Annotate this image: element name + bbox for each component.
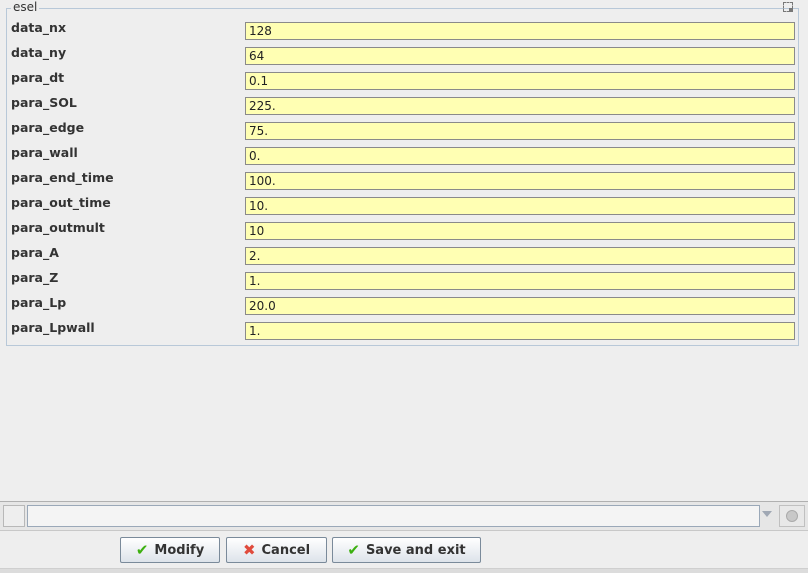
- modify-label: Modify: [154, 542, 205, 558]
- para-outmult-input[interactable]: [245, 222, 795, 240]
- para-a-input[interactable]: [245, 247, 795, 265]
- para-sol-input[interactable]: [245, 97, 795, 115]
- para-out-time-input[interactable]: [245, 197, 795, 215]
- para-end-time-input[interactable]: [245, 172, 795, 190]
- para-wall-input[interactable]: [245, 147, 795, 165]
- para-lp-input[interactable]: [245, 297, 795, 315]
- status-left-box: [3, 505, 25, 527]
- field-row-para-outmult: para_outmult: [0, 220, 808, 240]
- para-edge-input[interactable]: [245, 122, 795, 140]
- field-row-para-sol: para_SOL: [0, 95, 808, 115]
- field-label: para_SOL: [11, 95, 77, 110]
- group-title: esel: [11, 0, 40, 14]
- field-row-data-ny: data_ny: [0, 45, 808, 65]
- field-label: para_dt: [11, 70, 65, 85]
- status-bar: [0, 501, 808, 531]
- field-row-para-out-time: para_out_time: [0, 195, 808, 215]
- data-nx-input[interactable]: [245, 22, 795, 40]
- cancel-label: Cancel: [261, 542, 311, 558]
- field-row-para-lp: para_Lp: [0, 295, 808, 315]
- save-and-exit-label: Save and exit: [365, 542, 466, 558]
- field-label: para_Lpwall: [11, 320, 95, 335]
- para-dt-input[interactable]: [245, 72, 795, 90]
- modify-button[interactable]: ✔ Modify: [120, 537, 220, 563]
- data-ny-input[interactable]: [245, 47, 795, 65]
- field-label: para_out_time: [11, 195, 111, 210]
- detach-icon[interactable]: [783, 2, 793, 12]
- field-label: para_edge: [11, 120, 85, 135]
- field-label: para_Z: [11, 270, 59, 285]
- field-label: para_outmult: [11, 220, 105, 235]
- field-row-data-nx: data_nx: [0, 20, 808, 40]
- field-row-para-edge: para_edge: [0, 120, 808, 140]
- field-row-para-lpwall: para_Lpwall: [0, 320, 808, 340]
- bottom-edge: [0, 568, 808, 573]
- cross-icon: ✖: [242, 540, 256, 559]
- cancel-button[interactable]: ✖ Cancel: [226, 537, 327, 563]
- field-row-para-a: para_A: [0, 245, 808, 265]
- status-combo[interactable]: [27, 505, 760, 527]
- field-row-para-dt: para_dt: [0, 70, 808, 90]
- field-label: para_end_time: [11, 170, 114, 185]
- stop-button[interactable]: [779, 505, 805, 527]
- stop-icon: [786, 510, 798, 522]
- chevron-down-icon[interactable]: [762, 511, 772, 517]
- para-z-input[interactable]: [245, 272, 795, 290]
- field-row-para-wall: para_wall: [0, 145, 808, 165]
- para-lpwall-input[interactable]: [245, 322, 795, 340]
- field-row-para-end-time: para_end_time: [0, 170, 808, 190]
- field-row-para-z: para_Z: [0, 270, 808, 290]
- check-icon: ✔: [347, 540, 360, 559]
- field-label: para_A: [11, 245, 59, 260]
- field-label: para_wall: [11, 145, 78, 160]
- check-icon: ✔: [135, 540, 149, 559]
- field-label: data_nx: [11, 20, 67, 35]
- save-and-exit-button[interactable]: ✔ Save and exit: [332, 537, 481, 563]
- field-label: para_Lp: [11, 295, 67, 310]
- field-label: data_ny: [11, 45, 67, 60]
